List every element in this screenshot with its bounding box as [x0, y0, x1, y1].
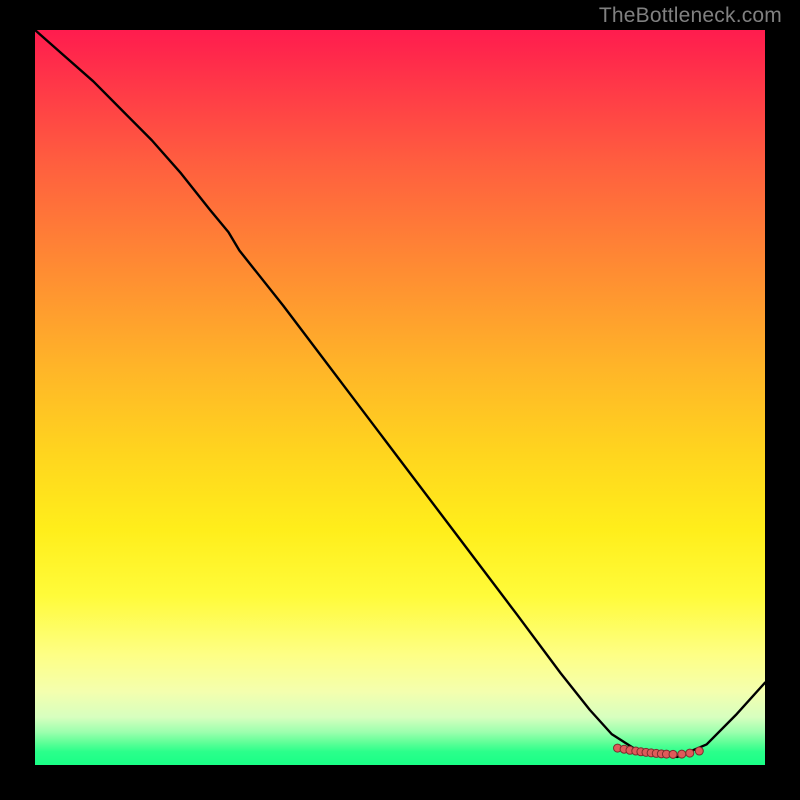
plot-frame — [35, 30, 765, 765]
marker-dot — [686, 749, 694, 757]
chart-root: TheBottleneck.com — [0, 0, 800, 800]
marker-dot — [669, 750, 677, 758]
watermark-text: TheBottleneck.com — [599, 4, 782, 28]
marker-dot — [678, 750, 686, 758]
data-curve — [35, 30, 765, 757]
marker-cluster — [614, 744, 704, 758]
marker-dot — [695, 747, 703, 755]
plot-svg-overlay — [35, 30, 765, 765]
